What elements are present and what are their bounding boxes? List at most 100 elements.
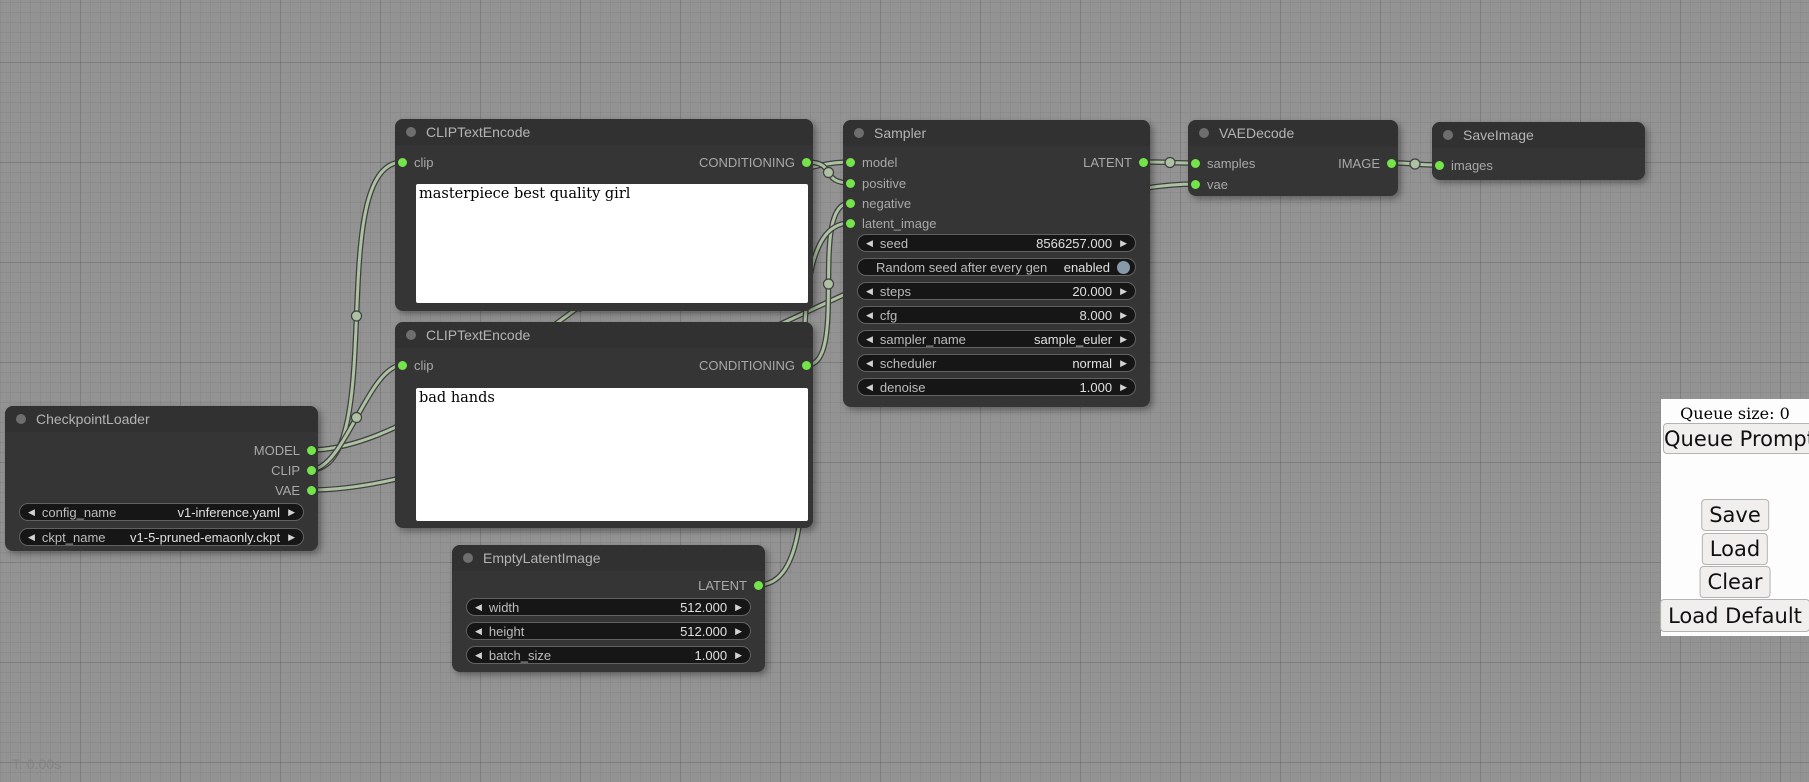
collapse-dot[interactable] xyxy=(1443,130,1453,140)
input-slot-dot[interactable] xyxy=(846,219,855,228)
node-title-bar[interactable]: Sampler xyxy=(843,120,1150,146)
node-title-bar[interactable]: CLIPTextEncode xyxy=(395,119,813,145)
stepper-right-arrow[interactable]: ▶ xyxy=(1120,379,1127,395)
collapse-dot[interactable] xyxy=(16,414,26,424)
output-slot-CONDITIONING: CONDITIONING xyxy=(699,356,811,374)
collapse-dot[interactable] xyxy=(463,553,473,563)
node-clip-text-encode-positive[interactable]: CLIPTextEncode clip CONDITIONING masterpiec… xyxy=(395,119,813,311)
stepper-left-arrow[interactable]: ◀ xyxy=(28,529,35,545)
save-button[interactable]: Save xyxy=(1701,499,1769,531)
input-slot-dot[interactable] xyxy=(398,158,407,167)
stepper-right-arrow[interactable]: ▶ xyxy=(1120,235,1127,251)
widget-denoise[interactable]: ◀denoise1.000▶ xyxy=(857,378,1136,396)
stepper-left-arrow[interactable]: ◀ xyxy=(866,331,873,347)
output-slot-dot[interactable] xyxy=(307,486,316,495)
widget-sampler_name[interactable]: ◀sampler_namesample_euler▶ xyxy=(857,330,1136,348)
queue-panel: Queue size: 0 Queue Prompt Save Load Cle… xyxy=(1661,399,1809,636)
stepper-right-arrow[interactable]: ▶ xyxy=(1120,355,1127,371)
load-default-button[interactable]: Load Default xyxy=(1660,599,1809,632)
input-slot-dot[interactable] xyxy=(1435,161,1444,170)
stepper-left-arrow[interactable]: ◀ xyxy=(866,235,873,251)
node-sampler[interactable]: Samplermodelpositivenegativelatent_image… xyxy=(843,120,1150,407)
widget-label: denoise xyxy=(880,380,926,395)
stepper-left-arrow[interactable]: ◀ xyxy=(475,599,482,615)
stepper-left-arrow[interactable]: ◀ xyxy=(866,355,873,371)
node-empty-latent-image[interactable]: EmptyLatentImage LATENT ◀width512.000▶ ◀hei… xyxy=(452,545,765,672)
node-title: CLIPTextEncode xyxy=(426,124,530,140)
input-slot-dot[interactable] xyxy=(1191,159,1200,168)
graph-canvas[interactable]: CheckpointLoaderMODELCLIPVAE◀config_name… xyxy=(0,0,1809,782)
widget-label: steps xyxy=(880,284,911,299)
widget-value: v1-5-pruned-emaonly.ckpt xyxy=(130,530,280,545)
widget-ckpt_name[interactable]: ◀ckpt_namev1-5-pruned-emaonly.ckpt▶ xyxy=(19,528,304,546)
stepper-right-arrow[interactable]: ▶ xyxy=(1120,331,1127,347)
input-slot-dot[interactable] xyxy=(846,158,855,167)
node-title: VAEDecode xyxy=(1219,125,1294,141)
widget-random-seed-toggle[interactable]: Random seed after every genenabled xyxy=(857,258,1136,276)
node-title-bar[interactable]: CheckpointLoader xyxy=(5,406,318,432)
output-slot-dot[interactable] xyxy=(802,158,811,167)
widget-scheduler[interactable]: ◀schedulernormal▶ xyxy=(857,354,1136,372)
stepper-right-arrow[interactable]: ▶ xyxy=(1120,283,1127,299)
collapse-dot[interactable] xyxy=(406,127,416,137)
widget-label: config_name xyxy=(42,505,116,520)
output-slot-dot[interactable] xyxy=(754,581,763,590)
stepper-left-arrow[interactable]: ◀ xyxy=(475,623,482,639)
output-slot-dot[interactable] xyxy=(1139,158,1148,167)
input-slot-dot[interactable] xyxy=(846,199,855,208)
widget-width[interactable]: ◀width512.000▶ xyxy=(466,598,751,616)
output-slot-dot[interactable] xyxy=(307,466,316,475)
collapse-dot[interactable] xyxy=(406,330,416,340)
stepper-right-arrow[interactable]: ▶ xyxy=(735,623,742,639)
stepper-right-arrow[interactable]: ▶ xyxy=(735,599,742,615)
prompt-textarea[interactable]: masterpiece best quality girl xyxy=(416,184,808,303)
node-clip-text-encode-negative[interactable]: CLIPTextEncodeclipCONDITIONINGbad hands xyxy=(395,322,813,528)
stepper-left-arrow[interactable]: ◀ xyxy=(475,647,482,663)
node-vae-decode[interactable]: VAEDecodesamplesvaeIMAGE xyxy=(1188,120,1398,196)
widget-label: cfg xyxy=(880,308,897,323)
prompt-textarea[interactable]: bad hands xyxy=(416,388,808,521)
widget-label: sampler_name xyxy=(880,332,966,347)
widget-batch_size[interactable]: ◀batch_size1.000▶ xyxy=(466,646,751,664)
output-slot-label: LATENT xyxy=(698,578,747,593)
input-slot-label: clip xyxy=(414,155,434,170)
stepper-left-arrow[interactable]: ◀ xyxy=(28,504,35,520)
widget-config_name[interactable]: ◀config_namev1-inference.yaml▶ xyxy=(19,503,304,521)
node-title-bar[interactable]: CLIPTextEncode xyxy=(395,322,813,348)
widget-steps[interactable]: ◀steps20.000▶ xyxy=(857,282,1136,300)
node-save-image[interactable]: SaveImageimages xyxy=(1432,122,1645,180)
stepper-right-arrow[interactable]: ▶ xyxy=(735,647,742,663)
input-slot-label: vae xyxy=(1207,177,1228,192)
load-button[interactable]: Load xyxy=(1702,533,1768,565)
input-slot-dot[interactable] xyxy=(846,179,855,188)
collapse-dot[interactable] xyxy=(854,128,864,138)
output-slot-CONDITIONING: CONDITIONING xyxy=(699,153,811,171)
output-slot-dot[interactable] xyxy=(1387,159,1396,168)
widget-height[interactable]: ◀height512.000▶ xyxy=(466,622,751,640)
output-slot-label: CONDITIONING xyxy=(699,358,795,373)
widget-seed[interactable]: ◀seed8566257.000▶ xyxy=(857,234,1136,252)
node-checkpoint-loader[interactable]: CheckpointLoaderMODELCLIPVAE◀config_name… xyxy=(5,406,318,551)
input-slot-dot[interactable] xyxy=(1191,180,1200,189)
output-slot-dot[interactable] xyxy=(802,361,811,370)
node-title-bar[interactable]: VAEDecode xyxy=(1188,120,1398,146)
output-slot-dot[interactable] xyxy=(307,446,316,455)
input-slot-label: negative xyxy=(862,196,911,211)
stepper-left-arrow[interactable]: ◀ xyxy=(866,307,873,323)
widget-label: Random seed after every gen xyxy=(876,260,1047,275)
collapse-dot[interactable] xyxy=(1199,128,1209,138)
stepper-left-arrow[interactable]: ◀ xyxy=(866,379,873,395)
node-title-bar[interactable]: EmptyLatentImage xyxy=(452,545,765,571)
output-slot-LATENT: LATENT xyxy=(1083,153,1148,171)
node-title: CLIPTextEncode xyxy=(426,327,530,343)
widget-cfg[interactable]: ◀cfg8.000▶ xyxy=(857,306,1136,324)
queue-prompt-button[interactable]: Queue Prompt xyxy=(1663,423,1809,454)
stepper-right-arrow[interactable]: ▶ xyxy=(1120,307,1127,323)
clear-button[interactable]: Clear xyxy=(1700,566,1771,598)
stepper-right-arrow[interactable]: ▶ xyxy=(288,504,295,520)
toggle-on-dot[interactable] xyxy=(1117,261,1130,274)
node-title-bar[interactable]: SaveImage xyxy=(1432,122,1645,148)
stepper-right-arrow[interactable]: ▶ xyxy=(288,529,295,545)
input-slot-dot[interactable] xyxy=(398,361,407,370)
stepper-left-arrow[interactable]: ◀ xyxy=(866,283,873,299)
